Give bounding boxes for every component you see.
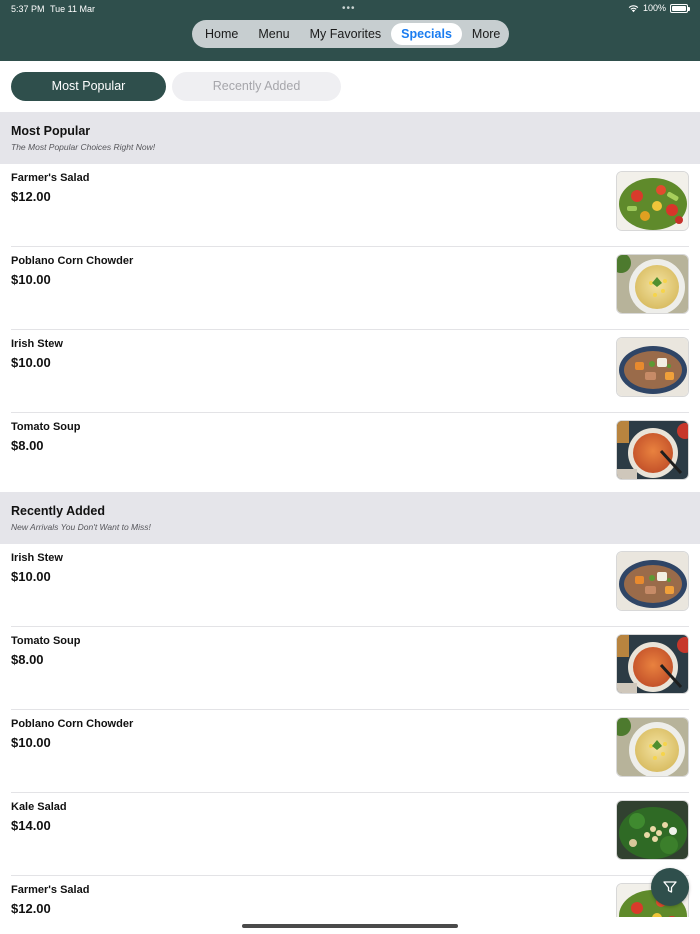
section-title: Most Popular <box>11 124 91 138</box>
item-price: $8.00 <box>11 438 44 453</box>
app-header: 5:37 PM Tue 11 Mar ••• 100% Home Menu My… <box>0 0 700 61</box>
item-price: $10.00 <box>11 272 51 287</box>
tab-my-favorites[interactable]: My Favorites <box>300 23 392 45</box>
stew-photo[interactable] <box>616 337 689 397</box>
item-name: Farmer's Salad <box>11 884 90 896</box>
multitask-dots-icon[interactable]: ••• <box>342 3 356 14</box>
item-name: Poblano Corn Chowder <box>11 718 134 730</box>
item-price: $10.00 <box>11 569 51 584</box>
item-price: $10.00 <box>11 355 51 370</box>
section-title: Recently Added <box>11 504 106 518</box>
menu-item-row[interactable]: Poblano Corn Chowder $10.00 <box>0 710 700 793</box>
salad-photo[interactable] <box>616 171 689 231</box>
item-price: $12.00 <box>11 901 51 916</box>
section-subtitle: New Arrivals You Don't Want to Miss! <box>11 522 151 532</box>
battery-percent: 100% <box>642 3 666 13</box>
status-date: Tue 11 Mar <box>50 4 96 14</box>
tomato-soup-photo[interactable] <box>616 420 689 480</box>
menu-item-row[interactable]: Tomato Soup $8.00 <box>0 413 700 496</box>
section-header-most-popular: Most Popular The Most Popular Choices Ri… <box>0 112 700 164</box>
filter-button[interactable] <box>651 868 689 906</box>
home-indicator[interactable] <box>242 924 458 928</box>
battery-icon <box>670 3 690 13</box>
item-price: $12.00 <box>11 189 51 204</box>
kale-salad-photo[interactable] <box>616 800 689 860</box>
item-name: Tomato Soup <box>11 421 81 433</box>
menu-item-row[interactable]: Irish Stew $10.00 <box>0 330 700 413</box>
item-name: Poblano Corn Chowder <box>11 255 134 267</box>
menu-item-row[interactable]: Irish Stew $10.00 <box>0 544 700 627</box>
section-header-recently-added: Recently Added New Arrivals You Don't Wa… <box>0 492 700 544</box>
menu-item-row[interactable]: Farmer's Salad $12.00 <box>0 164 700 247</box>
item-price: $8.00 <box>11 652 44 667</box>
item-price: $10.00 <box>11 735 51 750</box>
tab-specials[interactable]: Specials <box>391 23 462 45</box>
item-name: Farmer's Salad <box>11 172 90 184</box>
segment-most-popular[interactable]: Most Popular <box>11 72 166 101</box>
chowder-photo[interactable] <box>616 717 689 777</box>
top-tab-bar: Home Menu My Favorites Specials More <box>192 20 509 48</box>
menu-item-row[interactable]: Kale Salad $14.00 <box>0 793 700 876</box>
menu-item-row[interactable]: Farmer's Salad $12.00 <box>0 876 700 917</box>
item-name: Irish Stew <box>11 338 63 350</box>
tab-more[interactable]: More <box>462 23 510 45</box>
tab-menu[interactable]: Menu <box>248 23 299 45</box>
tab-home[interactable]: Home <box>195 23 248 45</box>
segment-recently-added[interactable]: Recently Added <box>172 72 341 101</box>
status-time: 5:37 PM <box>11 4 45 14</box>
item-name: Irish Stew <box>11 552 63 564</box>
item-name: Kale Salad <box>11 801 67 813</box>
chowder-photo[interactable] <box>616 254 689 314</box>
item-price: $14.00 <box>11 818 51 833</box>
wifi-icon <box>628 4 639 12</box>
section-subtitle: The Most Popular Choices Right Now! <box>11 142 156 152</box>
status-bar: 5:37 PM Tue 11 Mar ••• 100% <box>0 3 700 15</box>
tomato-soup-photo[interactable] <box>616 634 689 694</box>
stew-photo[interactable] <box>616 551 689 611</box>
menu-item-row[interactable]: Poblano Corn Chowder $10.00 <box>0 247 700 330</box>
menu-item-row[interactable]: Tomato Soup $8.00 <box>0 627 700 710</box>
item-name: Tomato Soup <box>11 635 81 647</box>
status-right: 100% <box>628 3 690 13</box>
filter-icon <box>663 881 677 893</box>
